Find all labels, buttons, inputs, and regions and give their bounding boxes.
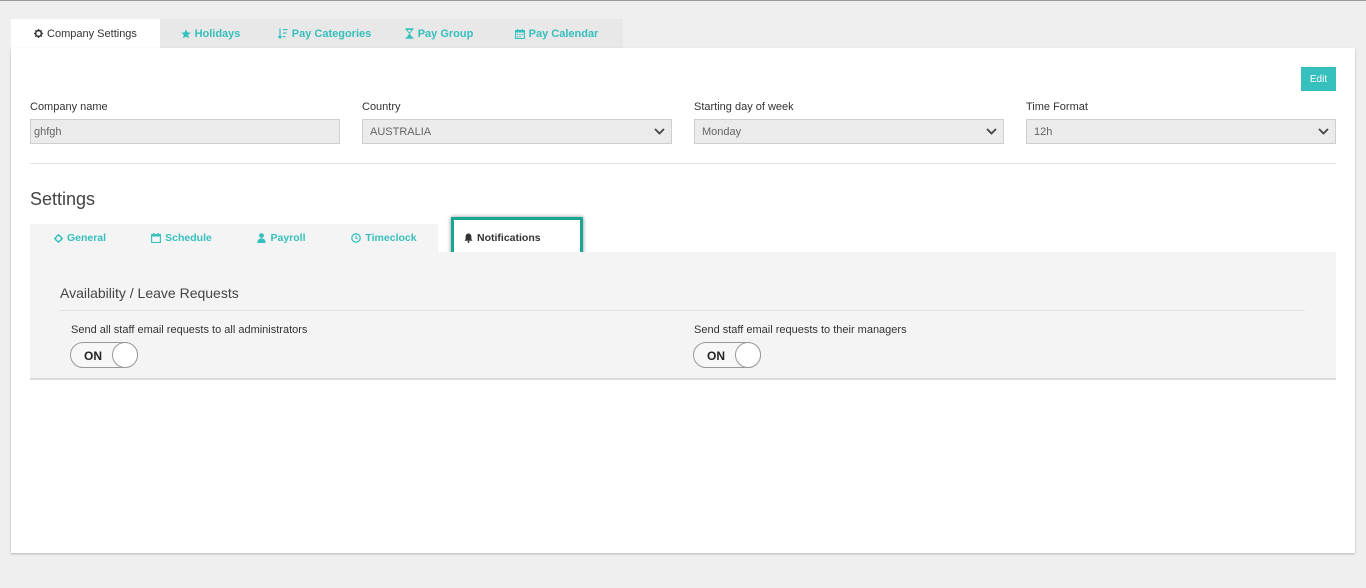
company-settings-panel: Edit Company name ghfgh Country AUSTRALI… bbox=[11, 48, 1355, 553]
toggle-state: ON bbox=[707, 349, 725, 363]
notifications-content: Availability / Leave Requests Send all s… bbox=[30, 252, 1336, 380]
tab-label: Holidays bbox=[194, 27, 241, 40]
gear-icon bbox=[53, 233, 63, 243]
country-select[interactable]: AUSTRALIA bbox=[362, 119, 672, 144]
start-day-value: Monday bbox=[702, 125, 742, 138]
calendar-icon bbox=[151, 233, 162, 243]
user-icon bbox=[257, 233, 267, 243]
tab-label: General bbox=[66, 232, 107, 244]
country-label: Country bbox=[362, 101, 401, 113]
toggle-knob bbox=[735, 342, 761, 368]
settings-tab-bar: General Schedule Payroll Timeclock bbox=[30, 224, 438, 252]
manager-requests-toggle[interactable]: ON bbox=[693, 342, 761, 368]
toggle-knob bbox=[112, 342, 138, 368]
time-format-select[interactable]: 12h bbox=[1026, 119, 1336, 144]
sort-icon bbox=[277, 28, 288, 39]
toggle-state: ON bbox=[84, 349, 102, 363]
company-name-field: Company name ghfgh bbox=[30, 101, 340, 144]
gear-icon bbox=[34, 29, 44, 38]
company-name-value: ghfgh bbox=[34, 125, 62, 138]
tab-label: Pay Group bbox=[417, 27, 474, 40]
start-day-label: Starting day of week bbox=[694, 101, 794, 113]
tab-pay-group[interactable]: Pay Group bbox=[388, 19, 490, 48]
time-format-value: 12h bbox=[1034, 125, 1053, 138]
admin-requests-label: Send all staff email requests to all adm… bbox=[71, 324, 308, 336]
tab-holidays[interactable]: Holidays bbox=[160, 19, 261, 48]
top-tab-bar: Company Settings Holidays Pay Categories… bbox=[11, 19, 623, 48]
company-name-label: Company name bbox=[30, 101, 108, 113]
section-title: Availability / Leave Requests bbox=[60, 285, 239, 301]
country-value: AUSTRALIA bbox=[370, 125, 432, 138]
manager-requests-label: Send staff email requests to their manag… bbox=[694, 324, 907, 336]
window-top-border bbox=[0, 0, 1366, 1]
tab-label: Company Settings bbox=[47, 27, 137, 40]
tab-payroll[interactable]: Payroll bbox=[233, 224, 330, 252]
calendar-icon bbox=[514, 28, 525, 39]
tab-general[interactable]: General bbox=[30, 224, 130, 252]
bell-icon bbox=[464, 233, 473, 243]
tab-schedule[interactable]: Schedule bbox=[130, 224, 233, 252]
chevron-down-icon bbox=[1318, 128, 1329, 135]
settings-heading: Settings bbox=[30, 189, 96, 209]
tab-label: Pay Categories bbox=[291, 27, 372, 40]
tab-label: Timeclock bbox=[365, 232, 417, 244]
chevron-down-icon bbox=[986, 128, 997, 135]
time-format-field: Time Format 12h bbox=[1026, 101, 1336, 144]
start-day-select[interactable]: Monday bbox=[694, 119, 1004, 144]
tab-label: Pay Calendar bbox=[528, 27, 599, 40]
hourglass-icon bbox=[405, 28, 414, 39]
time-format-label: Time Format bbox=[1026, 101, 1088, 113]
start-day-field: Starting day of week Monday bbox=[694, 101, 1004, 144]
tab-label: Schedule bbox=[165, 232, 212, 244]
chevron-down-icon bbox=[654, 128, 665, 135]
country-field: Country AUSTRALIA bbox=[362, 101, 672, 144]
clock-icon bbox=[351, 233, 362, 243]
admin-requests-toggle[interactable]: ON bbox=[70, 342, 138, 368]
star-icon bbox=[180, 28, 191, 38]
tab-timeclock[interactable]: Timeclock bbox=[330, 224, 438, 252]
tab-label: Notifications bbox=[477, 232, 541, 244]
divider bbox=[30, 163, 1336, 164]
tab-company-settings[interactable]: Company Settings bbox=[11, 19, 160, 48]
tab-pay-categories[interactable]: Pay Categories bbox=[261, 19, 388, 48]
tab-label: Payroll bbox=[270, 232, 306, 244]
tab-pay-calendar[interactable]: Pay Calendar bbox=[490, 19, 623, 48]
divider bbox=[60, 310, 1305, 311]
company-name-input[interactable]: ghfgh bbox=[30, 119, 340, 144]
edit-button[interactable]: Edit bbox=[1301, 67, 1336, 91]
